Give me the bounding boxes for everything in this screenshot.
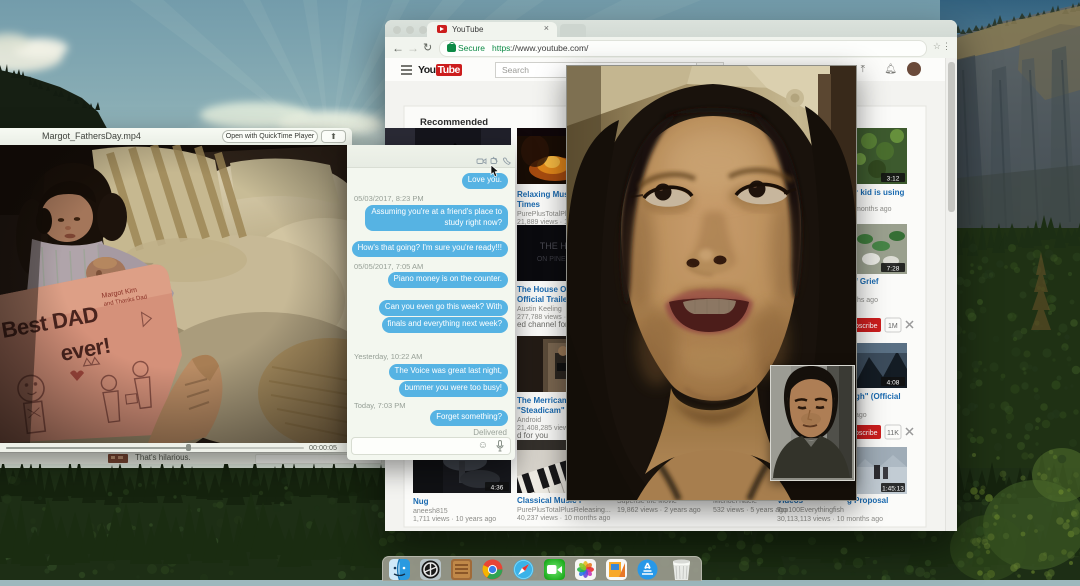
svg-text:Android: Android [517,417,541,424]
svg-text:f Grief: f Grief [855,277,879,286]
svg-text:r kid is using: r kid is using [855,188,904,197]
svg-text:1:45:13: 1:45:13 [882,486,904,493]
svg-text:4:08: 4:08 [887,380,900,387]
svg-text:11K: 11K [887,430,899,437]
svg-text:months ago: months ago [855,206,892,213]
svg-text:19,862 views · 2 years ago: 19,862 views · 2 years ago [617,507,701,514]
svg-text:1M: 1M [888,323,898,330]
svg-text:bscribe: bscribe [855,323,878,330]
svg-text:Austin Keeling: Austin Keeling [517,306,562,313]
svg-text:bscribe: bscribe [855,430,878,437]
svg-text:Nug: Nug [413,497,429,506]
svg-text:3:12: 3:12 [887,176,900,183]
svg-text:7:28: 7:28 [887,266,900,273]
svg-text:Official Trailer: Official Trailer [517,295,570,304]
svg-text:30,113,113 views · 10 months a: 30,113,113 views · 10 months ago [777,516,883,523]
svg-text:aneesh815: aneesh815 [413,508,448,515]
svg-text:Recommended: Recommended [420,117,488,128]
svg-text:1,711 views · 10 years ago: 1,711 views · 10 years ago [413,516,496,523]
svg-text:40,237 views · 10 months ago: 40,237 views · 10 months ago [517,515,610,522]
svg-text:Times: Times [517,200,541,209]
svg-text:4:36: 4:36 [491,485,504,492]
svg-text:ths ago: ths ago [855,297,878,304]
svg-text:d for you: d for you [517,431,548,440]
svg-text:gh" (Official: gh" (Official [855,392,901,401]
svg-text:532 views · 5 years ago: 532 views · 5 years ago [713,507,787,514]
svg-text:PurePlusTotalPlusReleasing...: PurePlusTotalPlusReleasing... [517,507,611,514]
svg-text:Top100Everythingfish: Top100Everythingfish [777,507,844,514]
